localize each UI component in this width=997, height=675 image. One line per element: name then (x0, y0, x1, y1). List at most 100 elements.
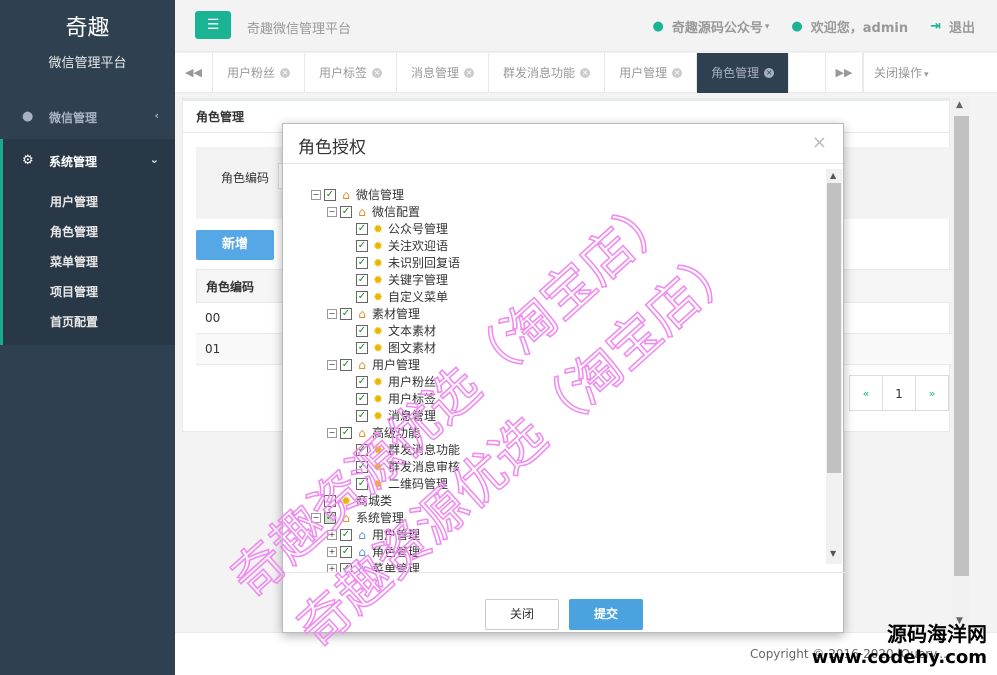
tree-checkbox[interactable]: ✓ (356, 239, 368, 252)
add-button[interactable]: 新增 (196, 230, 274, 260)
tree-node[interactable]: − ✓ ⌂ 系统管理 (311, 509, 821, 526)
expand-icon[interactable]: + (327, 529, 337, 540)
tree-checkbox[interactable]: ✓ (356, 222, 368, 235)
tree-node[interactable]: − ✓ ⌂ 微信配置 (311, 203, 821, 220)
sidebar-item-wechat[interactable]: ● 微信管理 ‹ (0, 95, 175, 139)
collapse-icon[interactable]: − (327, 359, 337, 370)
expand-icon[interactable]: + (327, 563, 337, 572)
logout-link[interactable]: ⇥ 退出 (930, 17, 975, 36)
tree-checkbox[interactable]: ✓ (340, 307, 352, 320)
tree-checkbox[interactable]: ✓ (324, 188, 336, 201)
close-icon[interactable]: × (580, 68, 591, 78)
tree-node[interactable]: ✓ ✹ 自定义菜单 (311, 288, 821, 305)
close-icon[interactable]: × (764, 68, 775, 78)
close-icon[interactable]: × (672, 68, 683, 78)
close-icon[interactable]: × (812, 132, 827, 153)
tree-node[interactable]: ✓ ✹ 消息管理 (311, 407, 821, 424)
tree-checkbox[interactable]: ✓ (340, 562, 352, 572)
collapse-icon[interactable]: − (327, 308, 337, 319)
tree-checkbox[interactable]: ✓ (340, 426, 352, 439)
page-scrollbar[interactable]: ▲ ▼ (952, 98, 970, 632)
sidebar-subitem-home-config[interactable]: 首页配置 (3, 307, 175, 337)
tree-checkbox[interactable]: ✓ (340, 528, 352, 541)
user-icon: ● (791, 19, 803, 34)
tree-node[interactable]: ✹ 商城类 (311, 492, 821, 509)
tree-node-label: 菜单管理 (372, 562, 421, 572)
tree-checkbox[interactable]: ✓ (356, 477, 368, 490)
tree-node[interactable]: ✓ ✹ 关注欢迎语 (311, 237, 821, 254)
tree-checkbox[interactable]: ✓ (356, 443, 368, 456)
expand-icon[interactable]: + (327, 546, 337, 557)
collapse-icon[interactable]: − (311, 189, 321, 200)
tree-node[interactable]: ✓ ✹ 群发消息审核 (311, 458, 821, 475)
tree-node[interactable]: − ✓ ⌂ 高级功能 (311, 424, 821, 441)
collapse-icon[interactable]: − (327, 206, 337, 217)
menu-toggle-button[interactable]: ☰ (195, 11, 231, 39)
tree-checkbox[interactable]: ✓ (356, 273, 368, 286)
scrollbar-thumb[interactable] (954, 116, 969, 576)
tree-node[interactable]: ✓ ✹ 二维码管理 (311, 475, 821, 492)
welcome-user: ● 欢迎您，admin (791, 17, 908, 36)
tree-node[interactable]: − ✓ ⌂ 用户管理 (311, 356, 821, 373)
wechat-account-dropdown[interactable]: ● 奇趣源码公众号 ▾ (653, 17, 770, 36)
scroll-up-icon[interactable]: ▲ (830, 171, 836, 180)
tab-messages[interactable]: 消息管理 × (397, 53, 490, 93)
tree-node[interactable]: + ✓ ⌂ 角色管理 (311, 543, 821, 560)
tree-node[interactable]: ✓ ✹ 图文素材 (311, 339, 821, 356)
scrollbar-thumb[interactable] (827, 183, 841, 473)
tree-node[interactable]: ✓ ✹ 公众号管理 (311, 220, 821, 237)
close-icon[interactable]: × (372, 68, 383, 78)
tree-checkbox[interactable]: ✓ (340, 358, 352, 371)
tree-node[interactable]: ✓ ✹ 关键字管理 (311, 271, 821, 288)
tree-checkbox[interactable]: ✓ (356, 341, 368, 354)
tree-node[interactable]: ✓ ✹ 用户标签 (311, 390, 821, 407)
tree-checkbox[interactable]: ✓ (324, 511, 336, 524)
tree-checkbox[interactable]: ✓ (356, 409, 368, 422)
modal-scrollbar[interactable]: ▲ ▼ (826, 169, 842, 564)
tree-checkbox[interactable]: ✓ (356, 290, 368, 303)
close-icon[interactable]: × (464, 68, 475, 78)
tab-role-management[interactable]: 角色管理 × (697, 53, 790, 93)
scroll-down-icon[interactable]: ▼ (830, 549, 836, 558)
close-operations-dropdown[interactable]: 关闭操作 ▾ (863, 53, 939, 93)
tab-user-fans[interactable]: 用户粉丝 × (213, 53, 306, 93)
tree-checkbox[interactable]: ✓ (356, 375, 368, 388)
pagination-next-button[interactable]: » (915, 375, 949, 411)
close-operations-label: 关闭操作 (874, 66, 923, 80)
sidebar-subitem-menus[interactable]: 菜单管理 (3, 247, 175, 277)
scroll-up-icon[interactable]: ▲ (956, 100, 963, 110)
sidebar-item-system[interactable]: ⚙ 系统管理 ⌄ (0, 139, 175, 183)
close-button[interactable]: 关闭 (485, 599, 559, 630)
sidebar-subitem-users[interactable]: 用户管理 (3, 187, 175, 217)
tree-checkbox[interactable]: ✓ (340, 205, 352, 218)
tree-node[interactable]: + ✓ ⌂ 用户管理 (311, 526, 821, 543)
tree-node[interactable]: ✓ ✹ 群发消息功能 (311, 441, 821, 458)
tree-node[interactable]: ✓ ✹ 文本素材 (311, 322, 821, 339)
collapse-icon[interactable]: − (311, 512, 321, 523)
pagination-page-1[interactable]: 1 (882, 375, 916, 411)
tab-scroll-left-button[interactable]: ◀◀ (175, 53, 213, 93)
tab-user-tags[interactable]: 用户标签 × (305, 53, 398, 93)
tab-scroll-right-button[interactable]: ▶▶ (825, 53, 863, 93)
tree-checkbox[interactable]: ✓ (356, 392, 368, 405)
collapse-icon[interactable]: − (327, 427, 337, 438)
tree-node[interactable]: − ✓ ⌂ 微信管理 (311, 186, 821, 203)
tree-node[interactable]: ✓ ✹ 用户粉丝 (311, 373, 821, 390)
tree-node[interactable]: + ✓ ⌂ 菜单管理 (311, 560, 821, 572)
tree-node-label: 用户管理 (372, 528, 421, 542)
close-icon[interactable]: × (280, 68, 291, 78)
tree-checkbox[interactable]: ✓ (356, 256, 368, 269)
submit-button[interactable]: 提交 (569, 599, 643, 630)
tree-checkbox[interactable] (324, 494, 336, 507)
pagination-prev-button[interactable]: « (849, 375, 883, 411)
tab-user-management[interactable]: 用户管理 × (605, 53, 698, 93)
tree-checkbox[interactable]: ✓ (356, 460, 368, 473)
tree-node[interactable]: − ✓ ⌂ 素材管理 (311, 305, 821, 322)
tree-checkbox[interactable]: ✓ (340, 545, 352, 558)
sidebar-subitem-roles[interactable]: 角色管理 (3, 217, 175, 247)
tab-mass-message[interactable]: 群发消息功能 × (489, 53, 606, 93)
gear-icon: ⚙ (22, 153, 34, 168)
tree-node[interactable]: ✓ ✹ 未识别回复语 (311, 254, 821, 271)
tree-checkbox[interactable]: ✓ (356, 324, 368, 337)
sidebar-subitem-projects[interactable]: 项目管理 (3, 277, 175, 307)
